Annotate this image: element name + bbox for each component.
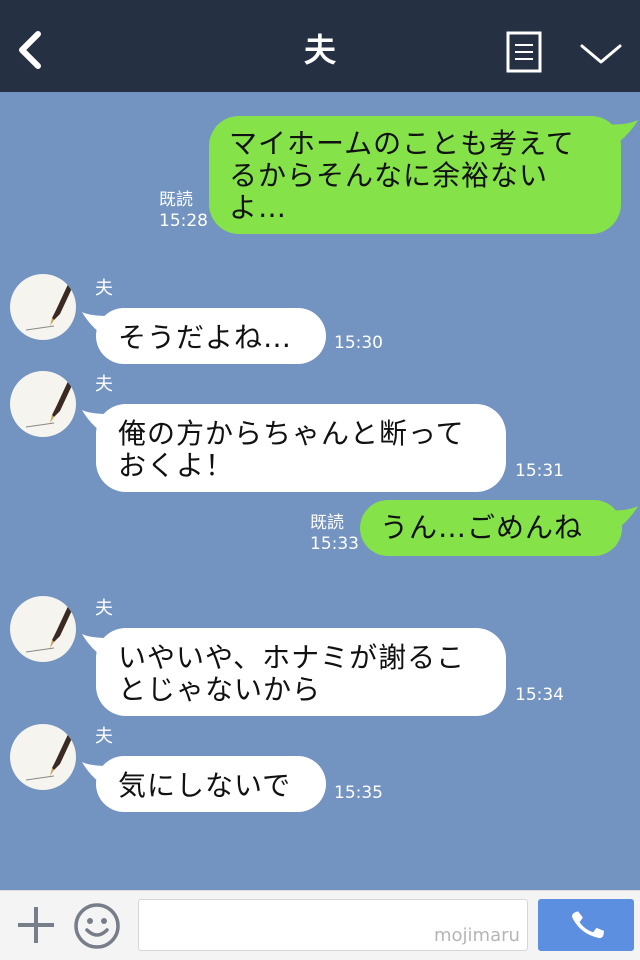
message-bubble: 俺の方からちゃんと断っておくよ！: [96, 404, 506, 492]
menu-button[interactable]: [506, 31, 542, 73]
message-bubble: そうだよね…: [96, 308, 326, 364]
chevron-down-icon: [580, 44, 622, 64]
fountain-pen-avatar-icon: [25, 280, 74, 331]
composer-bar: mojimaru: [0, 890, 640, 960]
message-bubble: うん…ごめんね: [360, 500, 622, 556]
read-receipt: 既読 15:28: [159, 190, 208, 232]
fountain-pen-avatar-icon: [25, 377, 74, 428]
read-receipt: 既読 15:33: [310, 513, 359, 555]
sender-name: 夫: [95, 598, 113, 619]
phone-icon: [571, 911, 604, 939]
message-bubble: いやいや、ホナミが謝ることじゃないから: [96, 628, 506, 716]
fountain-pen-avatar-icon: [25, 730, 74, 781]
chat-title: 夫: [303, 31, 336, 69]
avatar[interactable]: [10, 596, 76, 662]
call-button[interactable]: [538, 899, 634, 951]
chevron-left-icon: [19, 31, 41, 69]
avatar[interactable]: [10, 724, 76, 790]
sender-name: 夫: [95, 726, 113, 747]
message-bubble: 気にしないで: [96, 756, 326, 812]
read-label: 既読: [310, 513, 344, 533]
watermark: mojimaru: [434, 925, 520, 946]
add-button[interactable]: [14, 903, 58, 947]
message-list[interactable]: マイホームのことも考えてるからそんなに余裕ないよ… 既読 15:28 夫 そうだ…: [0, 92, 640, 890]
sender-name: 夫: [95, 278, 113, 299]
message-time: 15:28: [159, 211, 208, 231]
message-time: 15:30: [334, 333, 383, 353]
smiley-icon: [74, 903, 120, 949]
back-button[interactable]: [14, 30, 48, 70]
message-time: 15:31: [515, 461, 564, 481]
sender-name: 夫: [95, 374, 113, 395]
collapse-button[interactable]: [578, 40, 624, 68]
avatar[interactable]: [10, 371, 76, 437]
read-label: 既読: [159, 190, 193, 210]
message-time: 15:33: [310, 534, 359, 554]
message-time: 15:35: [334, 783, 383, 803]
plus-icon: [18, 907, 54, 943]
chat-header: 夫: [0, 0, 640, 92]
message-bubble: マイホームのことも考えてるからそんなに余裕ないよ…: [209, 116, 621, 234]
document-list-icon: [506, 31, 542, 73]
avatar[interactable]: [10, 274, 76, 340]
fountain-pen-avatar-icon: [25, 602, 74, 653]
emoji-button[interactable]: [72, 901, 122, 951]
message-time: 15:34: [515, 685, 564, 705]
